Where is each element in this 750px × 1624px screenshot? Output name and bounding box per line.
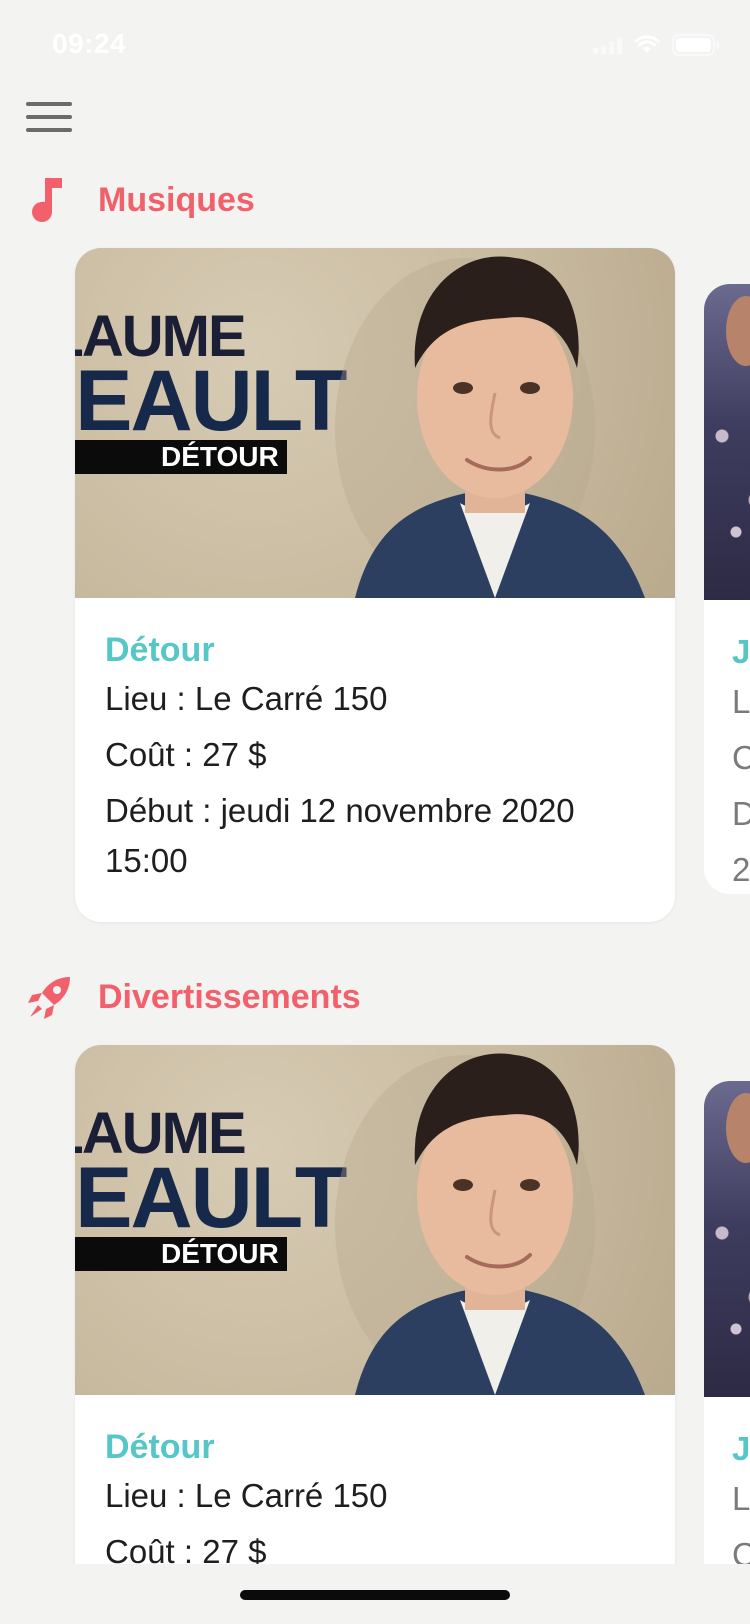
poster-title-line2: NEAULT	[75, 353, 347, 449]
menu-icon-bar	[26, 128, 72, 132]
event-start-time: 2	[732, 851, 750, 888]
event-poster-image: LLAUME NEAULT DÉTOUR	[75, 1045, 675, 1395]
status-icons	[593, 34, 720, 56]
event-start: D	[732, 795, 750, 832]
event-card[interactable]: LLAUME NEAULT DÉTOUR Déto	[75, 248, 675, 922]
section-title: Divertissements	[98, 977, 361, 1016]
section-title: Musiques	[98, 180, 255, 219]
event-feed: Musiques LLAUME NEAULT DÉTOUR	[0, 170, 750, 1564]
floral-pattern	[708, 404, 750, 564]
menu-icon-bar	[26, 115, 72, 119]
event-venue: L	[732, 1480, 750, 1517]
performer-face	[726, 296, 750, 366]
event-poster-image: LLAUME NEAULT DÉTOUR	[75, 248, 675, 598]
event-venue: L	[732, 683, 750, 720]
event-venue: Lieu : Le Carré 150	[105, 1477, 388, 1514]
event-poster-image	[704, 1081, 750, 1397]
event-start: Début : jeudi 12 novembre 2020 15:00	[105, 786, 645, 886]
event-title: Détour	[105, 1428, 215, 1466]
event-price: C	[732, 1536, 750, 1564]
music-note-icon	[24, 174, 76, 226]
event-price: Coût : 27 $	[105, 736, 267, 773]
event-start-time: 15:00	[105, 842, 188, 879]
event-details: J L C	[704, 1397, 750, 1564]
event-details: J L C D 2	[704, 600, 750, 894]
menu-icon-bar	[26, 102, 72, 106]
rocket-icon	[24, 971, 76, 1023]
floral-pattern	[708, 1201, 750, 1361]
poster-title-line2: NEAULT	[75, 1150, 347, 1246]
performer-portrait	[335, 256, 645, 598]
battery-icon	[672, 34, 720, 56]
section-header: Musiques	[24, 170, 255, 230]
event-card-next[interactable]: J L C D 2	[704, 284, 750, 894]
event-details: Détour Lieu : Le Carré 150 Coût : 27 $	[75, 1395, 675, 1564]
cellular-signal-icon	[593, 36, 622, 54]
event-price: Coût : 27 $	[105, 1533, 267, 1564]
event-title: J	[732, 633, 750, 670]
home-indicator[interactable]	[240, 1590, 510, 1600]
poster-subtitle: DÉTOUR	[161, 441, 279, 472]
status-time: 09:24	[52, 28, 127, 59]
event-card[interactable]: LLAUME NEAULT DÉTOUR Déto	[75, 1045, 675, 1564]
event-title: Détour	[105, 631, 215, 669]
status-bar: 09:24	[0, 0, 750, 90]
event-title: J	[732, 1430, 750, 1467]
event-price: C	[732, 739, 750, 776]
performer-portrait	[335, 1053, 645, 1395]
menu-button[interactable]	[26, 100, 74, 136]
performer-face	[726, 1093, 750, 1163]
event-details: Détour Lieu : Le Carré 150 Coût : 27 $ D…	[75, 598, 675, 922]
section-header: Divertissements	[24, 967, 361, 1027]
event-venue: Lieu : Le Carré 150	[105, 680, 388, 717]
poster-subtitle: DÉTOUR	[161, 1238, 279, 1269]
event-start-date: Début : jeudi 12 novembre 2020	[105, 792, 575, 829]
wifi-icon	[634, 35, 660, 55]
event-poster-image	[704, 284, 750, 600]
event-card-next[interactable]: J L C	[704, 1081, 750, 1564]
